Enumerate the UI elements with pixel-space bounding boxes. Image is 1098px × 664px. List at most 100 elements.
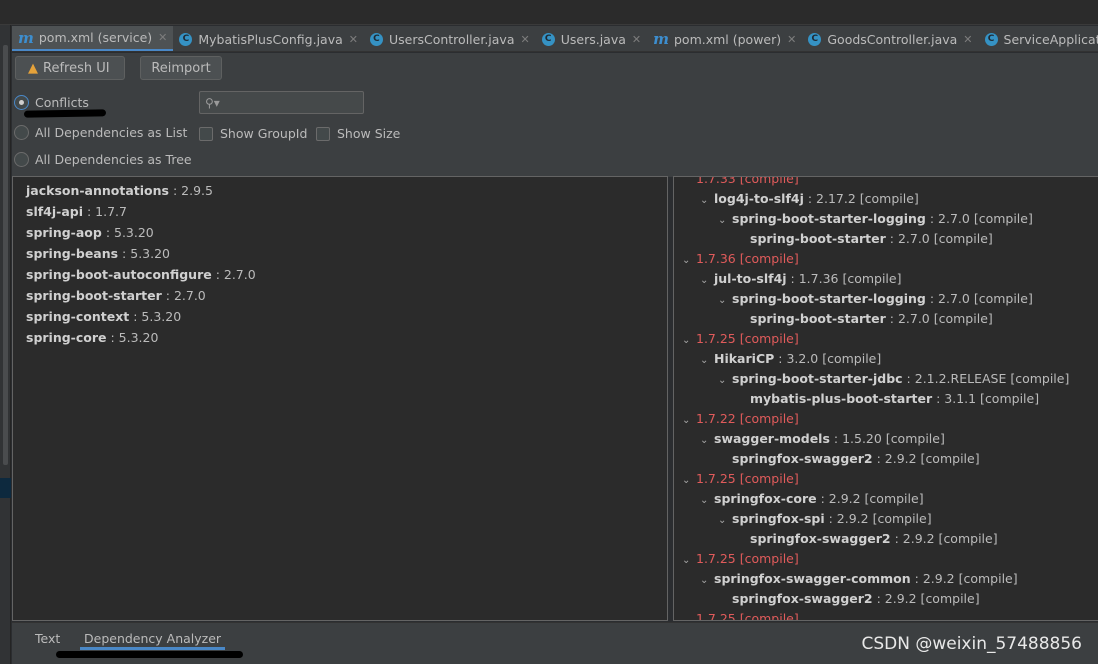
list-item[interactable]: spring-beans : 5.3.20 xyxy=(13,243,667,264)
tab-label: UsersController.java xyxy=(388,31,515,47)
chevron-down-icon[interactable]: ⌄ xyxy=(718,371,732,391)
tree-node[interactable]: ⌄ spring-boot-starter-jdbc : 2.1.2.RELEAS… xyxy=(718,369,1069,389)
chevron-down-icon[interactable]: ⌄ xyxy=(700,491,714,511)
show-size-checkbox[interactable] xyxy=(316,126,330,141)
close-icon[interactable]: ✕ xyxy=(963,33,972,46)
show-groupid-option[interactable]: Show GroupId xyxy=(199,126,307,141)
chevron-down-icon[interactable]: ⌄ xyxy=(682,251,696,271)
list-item[interactable]: spring-boot-starter : 2.7.0 xyxy=(13,285,667,306)
tree-node-version: : 2.17.2 [compile] xyxy=(803,191,919,206)
tab-mybatisplusconfig[interactable]: C MybatisPlusConfig.java ✕ xyxy=(173,26,364,51)
chevron-down-icon[interactable]: ⌄ xyxy=(700,571,714,591)
tree-node[interactable]: ⌄ jul-to-slf4j : 1.7.36 [compile] xyxy=(700,269,901,289)
tree-node[interactable]: ⌄ springfox-swagger-common : 2.9.2 [compi… xyxy=(700,569,1018,589)
tree-node-version: : 3.2.0 [compile] xyxy=(774,351,882,366)
tree-node[interactable]: ⌄ swagger-models : 1.5.20 [compile] xyxy=(700,429,945,449)
tree-version-node[interactable]: ⌄ 1.7.22 [compile] xyxy=(682,409,799,429)
close-icon[interactable]: ✕ xyxy=(521,33,530,46)
tree-node[interactable]: springfox-swagger2 : 2.9.2 [compile] xyxy=(718,589,980,609)
chevron-down-icon[interactable]: ⌄ xyxy=(718,511,732,531)
chevron-down-icon[interactable]: ⌄ xyxy=(682,331,696,351)
tree-node[interactable]: ⌄ spring-boot-starter-logging : 2.7.0 [co… xyxy=(718,209,1033,229)
tab-users[interactable]: C Users.java ✕ xyxy=(536,26,647,51)
tree-node[interactable]: ⌄ springfox-spi : 2.9.2 [compile] xyxy=(718,509,932,529)
tree-node-version: : 2.7.0 [compile] xyxy=(925,211,1033,226)
close-icon[interactable]: ✕ xyxy=(158,31,167,44)
chevron-down-icon[interactable]: ⌄ xyxy=(682,551,696,571)
tree-node[interactable]: ⌄ springfox-core : 2.9.2 [compile] xyxy=(700,489,924,509)
tab-pom-service[interactable]: m pom.xml (service) ✕ xyxy=(12,26,174,51)
chevron-down-icon[interactable]: ⌄ xyxy=(718,291,732,311)
tree-version-node[interactable]: ⌄ 1.7.36 [compile] xyxy=(682,249,799,269)
tab-pom-power[interactable]: m pom.xml (power) ✕ xyxy=(647,26,802,51)
tree-node-name: spring-boot-starter xyxy=(750,231,886,246)
chevron-down-icon[interactable]: ⌄ xyxy=(700,271,714,291)
tree-node-name: mybatis-plus-boot-starter xyxy=(750,391,933,406)
tree-node[interactable]: ⌄ log4j-to-slf4j : 2.17.2 [compile] xyxy=(700,189,919,209)
chevron-down-icon[interactable]: ⌄ xyxy=(682,471,696,491)
list-radio[interactable] xyxy=(14,125,29,140)
tree-node[interactable]: springfox-swagger2 : 2.9.2 [compile] xyxy=(718,449,980,469)
conflicts-list-pane[interactable]: jackson-annotations : 2.9.5 slf4j-api : … xyxy=(12,176,668,621)
tree-version-node[interactable]: 1.7.33 [compile] xyxy=(682,177,799,189)
tree-node-version: : 2.9.2 [compile] xyxy=(872,591,980,606)
refresh-ui-button[interactable]: ▲ Refresh UI xyxy=(15,56,125,80)
tab-dependency-analyzer[interactable]: Dependency Analyzer xyxy=(80,628,226,650)
tree-node-name: springfox-swagger2 xyxy=(732,451,873,466)
tree-node[interactable]: springfox-swagger2 : 2.9.2 [compile] xyxy=(736,529,998,549)
tree-node[interactable]: spring-boot-starter : 2.7.0 [compile] xyxy=(736,309,993,329)
chevron-down-icon[interactable]: ⌄ xyxy=(682,411,696,431)
chevron-down-icon[interactable]: ⌄ xyxy=(718,211,732,231)
list-item[interactable]: spring-aop : 5.3.20 xyxy=(13,222,667,243)
list-option[interactable]: All Dependencies as List xyxy=(14,125,187,140)
reimport-button[interactable]: Reimport xyxy=(140,56,222,80)
show-size-option[interactable]: Show Size xyxy=(316,126,400,141)
conflicts-option[interactable]: Conflicts xyxy=(14,95,89,110)
list-item[interactable]: spring-core : 5.3.20 xyxy=(13,327,667,348)
tab-label: ServiceApplication.java xyxy=(1003,31,1098,47)
search-box[interactable]: ⚲▾ xyxy=(199,91,364,114)
close-icon[interactable]: ✕ xyxy=(632,33,641,46)
tree-node-version: : 2.9.2 [compile] xyxy=(816,491,924,506)
tree-conflict-version: 1.7.25 [compile] xyxy=(696,551,799,566)
tree-conflict-version: 1.7.25 [compile] xyxy=(696,331,799,346)
dependency-tree-pane[interactable]: 1.7.33 [compile] ⌄ log4j-to-slf4j : 2.17.2… xyxy=(673,176,1098,621)
tree-node[interactable]: ⌄ spring-boot-starter-logging : 2.7.0 [co… xyxy=(718,289,1033,309)
gutter-scrollbar[interactable] xyxy=(3,45,8,465)
maven-icon: m xyxy=(18,28,34,47)
tree-node[interactable]: ⌄ HikariCP : 3.2.0 [compile] xyxy=(700,349,881,369)
tree-conflict-version: 1.7.22 [compile] xyxy=(696,411,799,426)
show-groupid-checkbox[interactable] xyxy=(199,126,213,141)
tab-userscontroller[interactable]: C UsersController.java ✕ xyxy=(364,26,536,51)
tree-node[interactable]: mybatis-plus-boot-starter : 3.1.1 [compi… xyxy=(736,389,1039,409)
close-icon[interactable]: ✕ xyxy=(787,33,796,46)
close-icon[interactable]: ✕ xyxy=(349,33,358,46)
tree-version-node[interactable]: ⌄ 1.7.25 [compile] xyxy=(682,469,799,489)
tab-goodscontroller[interactable]: C GoodsController.java ✕ xyxy=(802,26,978,51)
conflicts-radio[interactable] xyxy=(14,95,29,110)
tree-node[interactable]: spring-boot-starter : 2.7.0 [compile] xyxy=(736,229,993,249)
list-item[interactable]: spring-boot-autoconfigure : 2.7.0 xyxy=(13,264,667,285)
chevron-down-icon[interactable]: ⌄ xyxy=(682,611,696,620)
list-item[interactable]: spring-context : 5.3.20 xyxy=(13,306,667,327)
list-item[interactable]: jackson-annotations : 2.9.5 xyxy=(13,180,667,201)
tree-option[interactable]: All Dependencies as Tree xyxy=(14,152,192,167)
conflicts-label: Conflicts xyxy=(35,95,89,110)
chevron-down-icon[interactable]: ⌄ xyxy=(700,431,714,451)
tree-node-version: : 2.9.2 [compile] xyxy=(872,451,980,466)
search-input[interactable] xyxy=(223,95,354,110)
chevron-down-icon[interactable]: ⌄ xyxy=(700,191,714,211)
tree-version-node[interactable]: ⌄ 1.7.25 [compile] xyxy=(682,609,799,620)
tree-node-name: springfox-core xyxy=(714,491,817,506)
tree-radio[interactable] xyxy=(14,152,29,167)
reimport-label: Reimport xyxy=(151,60,211,76)
tab-serviceapplication[interactable]: C ServiceApplication.java xyxy=(979,26,1098,51)
chevron-down-icon[interactable]: ⌄ xyxy=(700,351,714,371)
tree-version-node[interactable]: ⌄ 1.7.25 [compile] xyxy=(682,549,799,569)
list-item[interactable]: slf4j-api : 1.7.7 xyxy=(13,201,667,222)
bottom-tab-bar: Text Dependency Analyzer CSDN @weixin_57… xyxy=(12,622,1098,664)
tree-version-node[interactable]: ⌄ 1.7.25 [compile] xyxy=(682,329,799,349)
gutter-selection-marker xyxy=(0,478,11,498)
tab-text[interactable]: Text xyxy=(31,628,64,650)
tree-node-version: : 1.7.36 [compile] xyxy=(786,271,902,286)
